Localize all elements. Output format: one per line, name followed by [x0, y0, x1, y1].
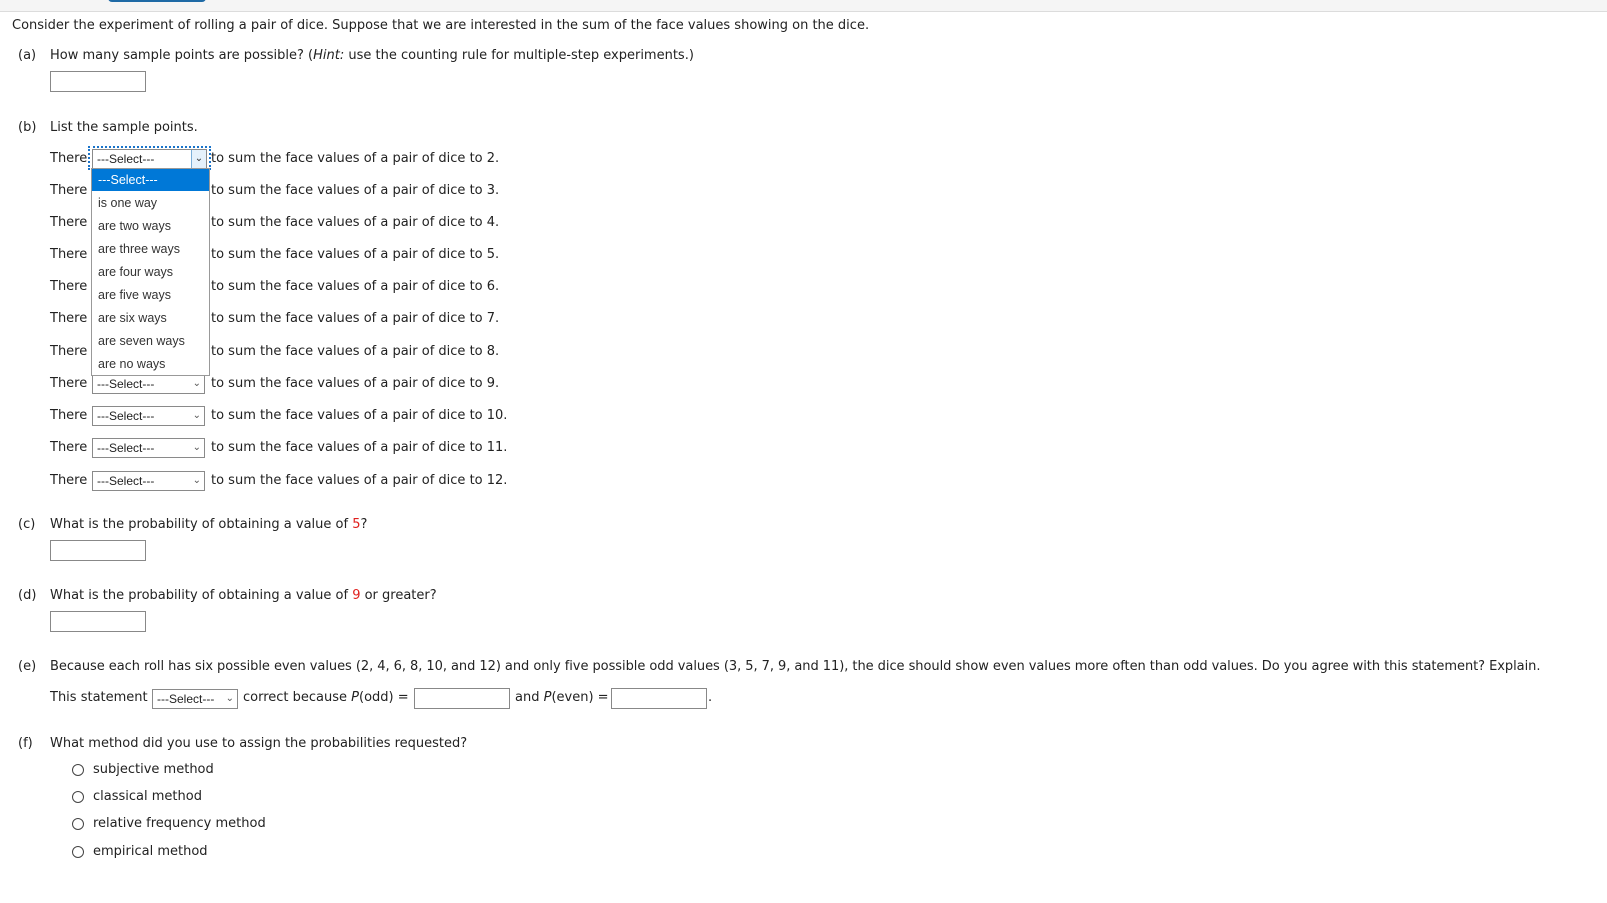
row-prefix: There: [50, 473, 88, 488]
dropdown-option[interactable]: are no ways: [92, 353, 209, 375]
correct-because-label: correct because: [243, 690, 352, 705]
dropdown-option[interactable]: are four ways: [92, 261, 209, 283]
statement-select-value: ---Select---: [157, 692, 215, 706]
row-prefix: There: [50, 151, 88, 166]
row-suffix: to sum the face values of a pair of dice…: [211, 151, 500, 166]
part-f-question: What method did you use to assign the pr…: [50, 736, 468, 751]
dropdown-option[interactable]: is one way: [92, 192, 209, 214]
p-odd-label: P: [351, 690, 360, 705]
row-suffix: to sum the face values of a pair of dice…: [211, 376, 500, 391]
row-prefix: There: [50, 408, 88, 423]
statement-prefix: This statement: [50, 690, 148, 705]
part-e-question: Because each roll has six possible even …: [50, 659, 1541, 674]
chevron-down-icon: ⌄: [192, 378, 201, 389]
row-prefix: There: [50, 376, 88, 391]
dropdown-option[interactable]: are two ways: [92, 215, 209, 237]
part-d-label: (d): [18, 588, 37, 603]
correct-because-text: correct because P(odd) =: [243, 690, 409, 705]
dropdown-option[interactable]: are seven ways: [92, 330, 209, 352]
probability-5-input[interactable]: [50, 540, 146, 561]
ways-select[interactable]: ---Select--- ⌄: [92, 471, 205, 491]
part-d-question: What is the probability of obtaining a v…: [50, 588, 437, 603]
method-option-label[interactable]: relative frequency method: [93, 816, 266, 831]
chevron-down-icon: ⌄: [192, 442, 201, 453]
ways-dropdown-list[interactable]: ---Select--- is one way are two ways are th…: [91, 168, 210, 376]
p-odd-arg: (odd) =: [359, 690, 409, 705]
row-prefix: There: [50, 247, 88, 262]
dropdown-option[interactable]: are three ways: [92, 238, 209, 260]
probability-9-or-greater-input[interactable]: [50, 611, 146, 632]
statement-select[interactable]: ---Select--- ⌄: [152, 689, 238, 709]
ways-select-value: ---Select---: [97, 409, 155, 423]
row-prefix: There: [50, 183, 88, 198]
method-radio[interactable]: [72, 791, 84, 803]
p-even-input[interactable]: [611, 688, 707, 709]
chevron-down-icon: ⌄: [225, 693, 234, 704]
toolbar-button[interactable]: [108, 0, 206, 2]
part-b-question: List the sample points.: [50, 120, 198, 135]
ways-select[interactable]: ---Select--- ⌄: [92, 149, 207, 169]
row-suffix: to sum the face values of a pair of dice…: [211, 183, 500, 198]
row-suffix: to sum the face values of a pair of dice…: [211, 440, 508, 455]
hint-label: Hint:: [313, 48, 345, 63]
row-suffix: to sum the face values of a pair of dice…: [211, 311, 500, 326]
method-option-label[interactable]: classical method: [93, 789, 202, 804]
row-suffix: to sum the face values of a pair of dice…: [211, 215, 500, 230]
ways-select[interactable]: ---Select--- ⌄: [92, 374, 205, 394]
row-suffix: to sum the face values of a pair of dice…: [211, 247, 500, 262]
sample-points-input[interactable]: [50, 71, 146, 92]
part-c-question: What is the probability of obtaining a v…: [50, 517, 367, 532]
part-d-question-suffix: or greater?: [360, 588, 437, 603]
ways-select-value: ---Select---: [97, 474, 155, 488]
row-suffix: to sum the face values of a pair of dice…: [211, 279, 500, 294]
dropdown-option[interactable]: ---Select---: [92, 169, 209, 191]
dropdown-option[interactable]: are five ways: [92, 284, 209, 306]
row-prefix: There: [50, 215, 88, 230]
p-odd-input[interactable]: [414, 688, 510, 709]
part-f-label: (f): [18, 736, 33, 751]
row-suffix: to sum the face values of a pair of dice…: [211, 408, 508, 423]
row-prefix: There: [50, 311, 88, 326]
chevron-down-icon: ⌄: [191, 150, 206, 168]
part-e-label: (e): [18, 659, 37, 674]
row-prefix: There: [50, 440, 88, 455]
part-c-question-suffix: ?: [360, 517, 368, 532]
part-a-question-prefix: How many sample points are possible? (: [50, 48, 314, 63]
chevron-down-icon: ⌄: [192, 475, 201, 486]
part-c-question-prefix: What is the probability of obtaining a v…: [50, 517, 353, 532]
p-even-arg: (even) =: [551, 690, 609, 705]
part-d-question-prefix: What is the probability of obtaining a v…: [50, 588, 353, 603]
row-prefix: There: [50, 344, 88, 359]
intro-text: Consider the experiment of rolling a pai…: [12, 18, 870, 33]
top-toolbar: [0, 0, 1607, 12]
method-option-label[interactable]: empirical method: [93, 844, 208, 859]
part-a-label: (a): [18, 48, 37, 63]
ways-select-value: ---Select---: [97, 152, 155, 166]
dropdown-option[interactable]: are six ways: [92, 307, 209, 329]
method-radio[interactable]: [72, 818, 84, 830]
row-suffix: to sum the face values of a pair of dice…: [211, 344, 500, 359]
method-option-label[interactable]: subjective method: [93, 762, 214, 777]
ways-select-value: ---Select---: [97, 377, 155, 391]
ways-select[interactable]: ---Select--- ⌄: [92, 406, 205, 426]
part-b-label: (b): [18, 120, 37, 135]
part-c-label: (c): [18, 517, 36, 532]
chevron-down-icon: ⌄: [192, 410, 201, 421]
ways-select-value: ---Select---: [97, 441, 155, 455]
and-label: and: [515, 690, 544, 705]
row-suffix: to sum the face values of a pair of dice…: [211, 473, 508, 488]
row-prefix: There: [50, 279, 88, 294]
part-a-question: How many sample points are possible? (Hi…: [50, 48, 694, 63]
method-radio[interactable]: [72, 846, 84, 858]
period: .: [708, 690, 713, 705]
ways-select[interactable]: ---Select--- ⌄: [92, 438, 205, 458]
and-p-even-text: and P(even) =: [515, 690, 609, 705]
part-a-question-suffix: use the counting rule for multiple-step …: [344, 48, 694, 63]
method-radio[interactable]: [72, 764, 84, 776]
